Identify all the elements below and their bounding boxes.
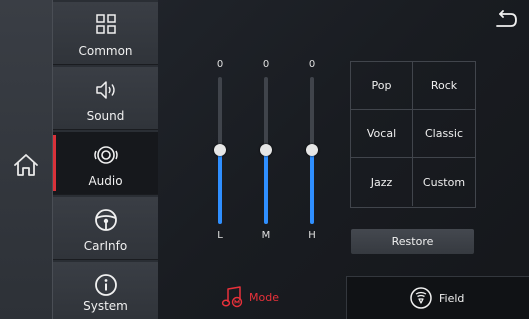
eq-band-m-value: 0 <box>262 59 270 70</box>
eq-preset-grid: Pop Rock Vocal Classic Jazz Custom <box>350 61 476 208</box>
preset-custom-button[interactable]: Custom <box>413 158 475 206</box>
eq-band-m-fill <box>264 149 268 224</box>
home-button[interactable] <box>11 150 41 180</box>
menu-item-system[interactable]: System <box>53 262 158 319</box>
grid-icon <box>96 14 116 34</box>
sound-field-icon <box>410 287 432 309</box>
eq-band-l-fill <box>218 149 222 224</box>
eq-band-m-knob[interactable] <box>260 144 272 156</box>
menu-item-sound[interactable]: Sound <box>53 67 158 130</box>
speaker-icon <box>96 81 115 99</box>
tab-field[interactable]: Field <box>346 276 529 319</box>
menu-item-carinfo[interactable]: CarInfo <box>53 197 158 260</box>
eq-band-l-knob[interactable] <box>214 144 226 156</box>
preset-pop-button[interactable]: Pop <box>351 62 413 110</box>
tab-mode[interactable]: Mode <box>158 276 345 319</box>
info-icon <box>95 274 117 296</box>
menu-item-label: Audio <box>88 174 123 188</box>
tab-field-label: Field <box>439 291 465 305</box>
audio-speaker-icon <box>94 146 118 164</box>
menu-item-label: Common <box>78 44 133 58</box>
eq-band-h-knob[interactable] <box>306 144 318 156</box>
steering-wheel-icon <box>95 209 117 231</box>
restore-button[interactable]: Restore <box>351 229 474 254</box>
eq-band-l-value: 0 <box>216 59 224 70</box>
music-note-icon <box>221 286 243 308</box>
audio-settings-screen: Common Sound Audio CarInfo System 0 L 0 … <box>0 0 529 319</box>
settings-category-menu: Common Sound Audio CarInfo System <box>53 0 158 319</box>
home-rail <box>0 0 53 319</box>
back-arrow-icon <box>496 10 517 27</box>
eq-band-l-label: L <box>217 230 223 241</box>
menu-item-label: Sound <box>86 109 125 123</box>
eq-band-h-fill <box>310 149 314 224</box>
menu-item-label: System <box>83 299 128 313</box>
menu-item-common[interactable]: Common <box>53 2 158 65</box>
eq-band-h-label: H <box>308 230 316 241</box>
preset-jazz-button[interactable]: Jazz <box>351 158 413 206</box>
preset-rock-button[interactable]: Rock <box>413 62 475 110</box>
menu-item-label: CarInfo <box>83 239 128 253</box>
eq-band-m-label: M <box>261 230 271 241</box>
menu-item-audio[interactable]: Audio <box>53 132 158 195</box>
back-button[interactable] <box>493 10 519 32</box>
eq-band-h-value: 0 <box>308 59 316 70</box>
preset-classic-button[interactable]: Classic <box>413 110 475 158</box>
home-icon <box>14 154 38 176</box>
preset-vocal-button[interactable]: Vocal <box>351 110 413 158</box>
tab-mode-label: Mode <box>249 290 279 304</box>
